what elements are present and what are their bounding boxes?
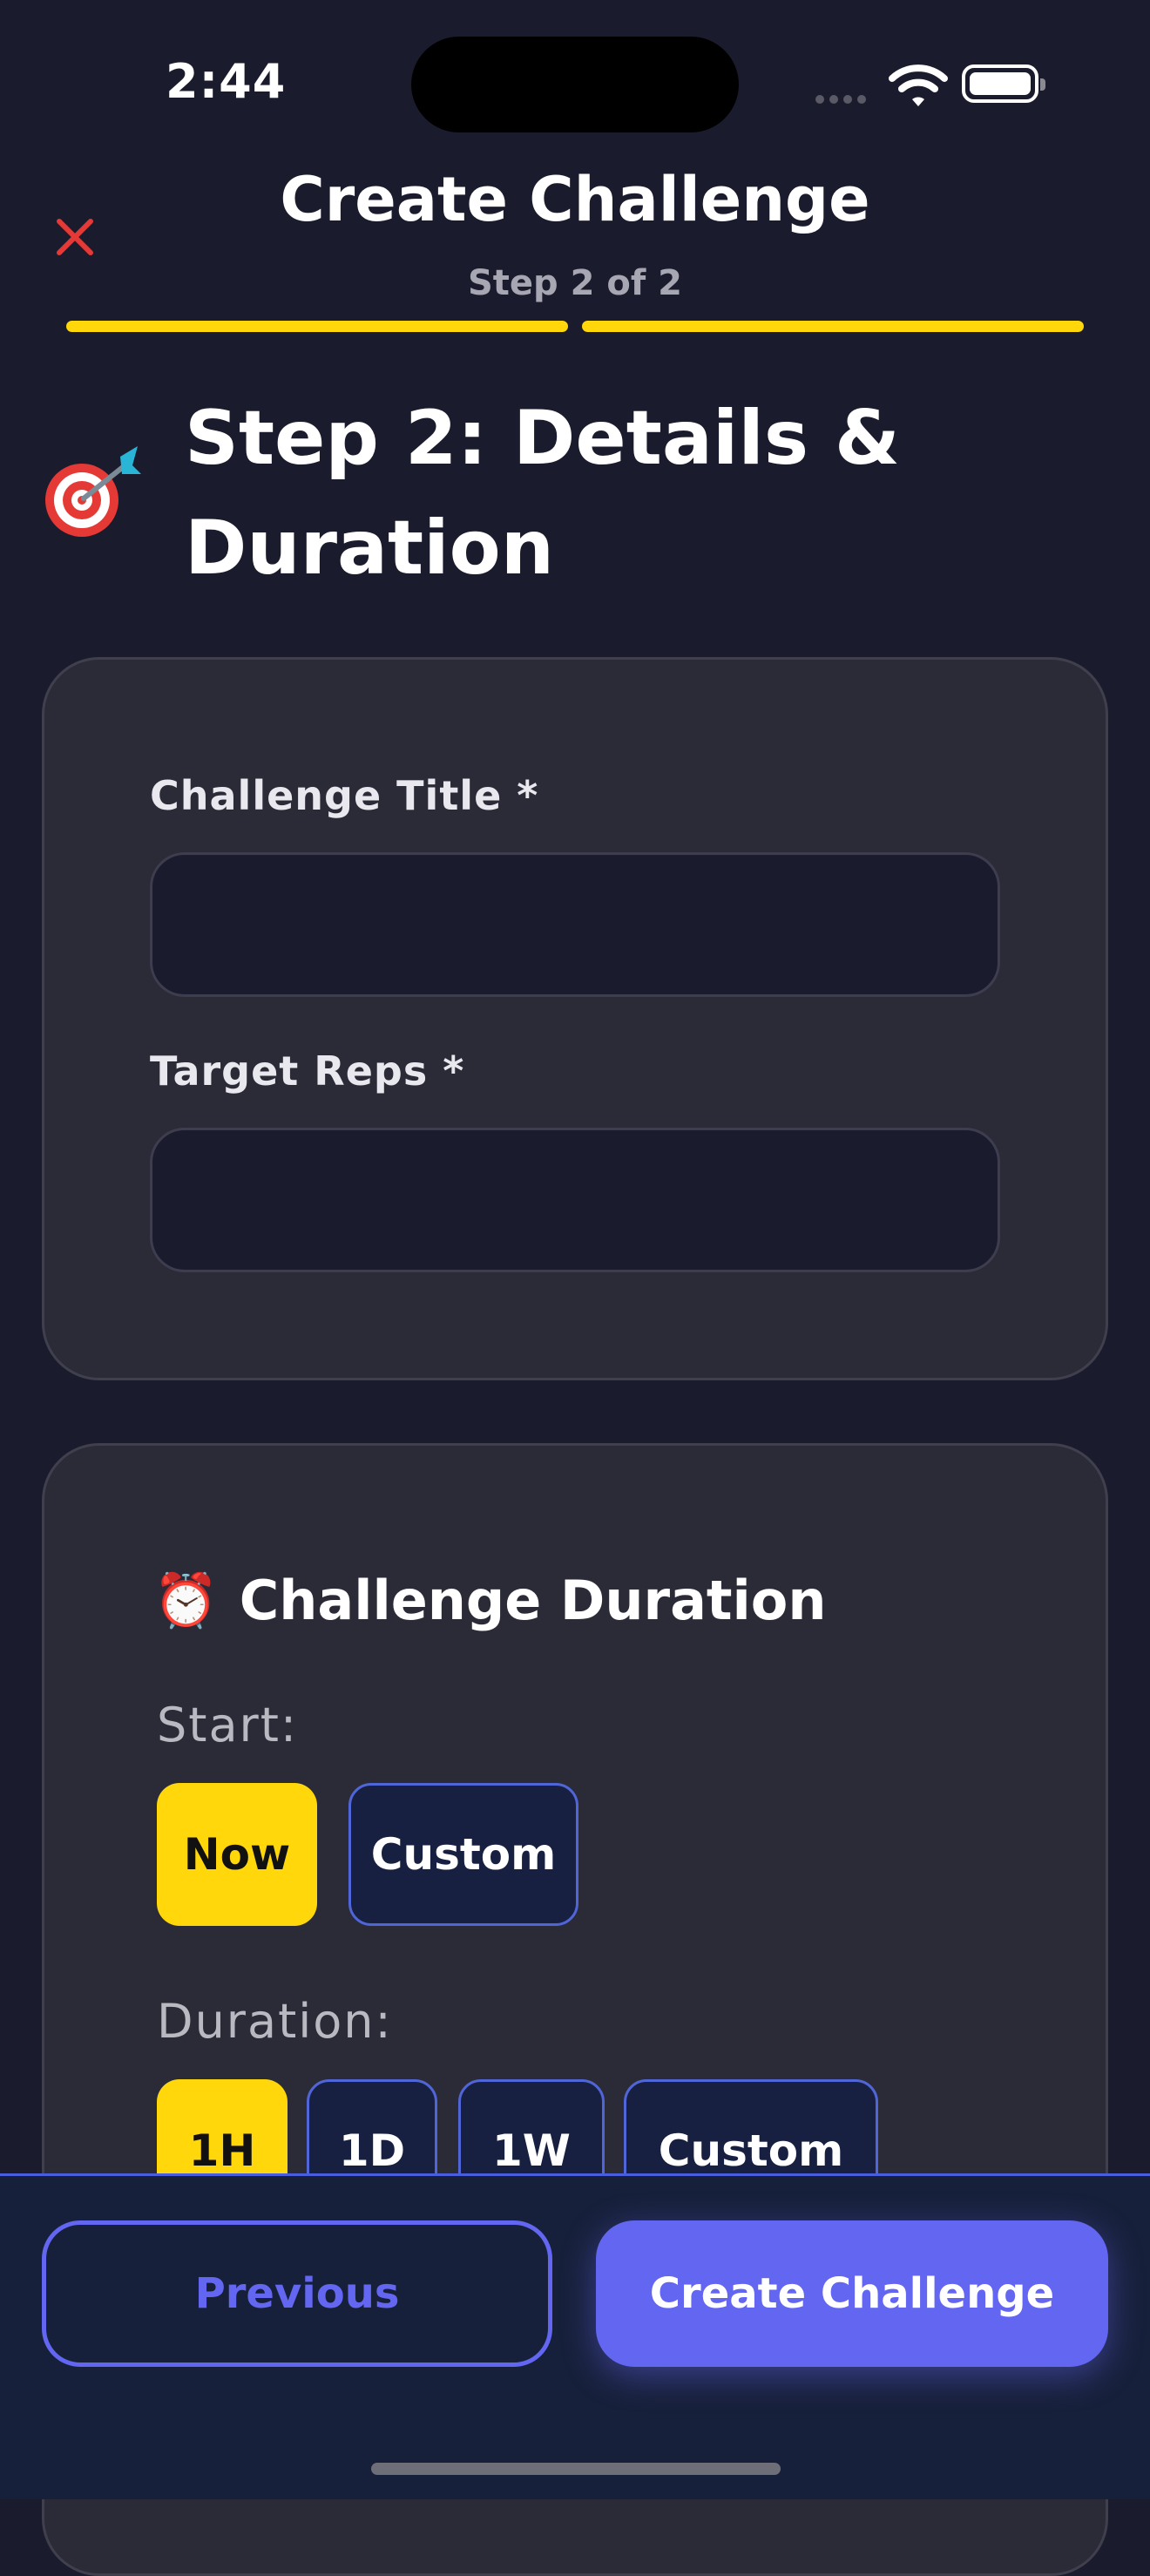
duration-title-text: Challenge Duration — [239, 1569, 827, 1632]
start-custom-chip[interactable]: Custom — [348, 1783, 578, 1926]
home-indicator[interactable] — [371, 2463, 781, 2475]
dynamic-island — [411, 37, 739, 132]
battery-icon — [962, 64, 1045, 103]
target-reps-input[interactable] — [150, 1128, 1000, 1272]
dart-target-icon — [40, 439, 145, 544]
step-indicator: Step 2 of 2 — [467, 263, 682, 303]
duration-label: Duration: — [157, 1994, 393, 2049]
create-challenge-button[interactable]: Create Challenge — [596, 2220, 1108, 2367]
duration-title: ⏰ Challenge Duration — [153, 1569, 827, 1632]
challenge-title-label: Challenge Title * — [150, 772, 539, 819]
previous-button[interactable]: Previous — [42, 2220, 552, 2367]
progress-segment-2 — [582, 321, 1084, 332]
start-label: Start: — [157, 1698, 299, 1752]
challenge-title-input[interactable] — [150, 852, 1000, 997]
alarm-clock-icon: ⏰ — [153, 1570, 219, 1631]
page-title: Create Challenge — [280, 164, 870, 235]
wifi-icon — [889, 63, 948, 108]
step-heading: Step 2: Details & Duration — [185, 395, 900, 592]
start-now-chip[interactable]: Now — [157, 1783, 317, 1926]
target-reps-label: Target Reps * — [150, 1047, 465, 1095]
status-time: 2:44 — [166, 54, 287, 109]
cellular-signal-icon — [815, 91, 871, 104]
progress-segment-1 — [66, 321, 568, 332]
